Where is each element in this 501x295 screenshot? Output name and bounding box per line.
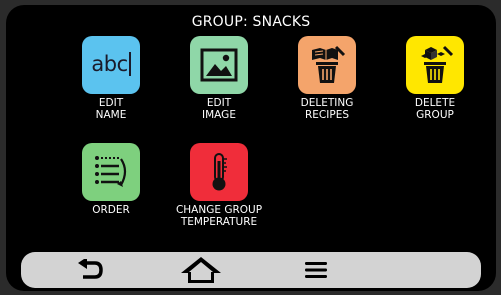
menu-icon	[305, 262, 327, 278]
order-tile[interactable]: ORDER	[57, 143, 165, 216]
back-button[interactable]	[60, 252, 120, 288]
order-label: ORDER	[92, 204, 130, 216]
text-cursor-icon: abc	[91, 52, 131, 79]
edit-name-label: EDIT NAME	[95, 97, 127, 121]
menu-button[interactable]	[286, 252, 346, 288]
thermometer-icon	[212, 153, 227, 191]
change-temperature-tile[interactable]: CHANGE GROUP TEMPERATURE	[165, 143, 273, 228]
change-temperature-button[interactable]	[190, 143, 248, 201]
bottom-nav-bar	[21, 252, 481, 288]
page-title: GROUP: SNACKS	[191, 14, 311, 30]
edit-name-tile[interactable]: abc EDIT NAME	[57, 36, 165, 121]
order-button[interactable]	[82, 143, 140, 201]
change-temperature-label: CHANGE GROUP TEMPERATURE	[175, 204, 263, 228]
deleting-recipes-label: DELETING RECIPES	[300, 97, 354, 121]
home-button[interactable]	[171, 252, 231, 288]
deleting-recipes-tile[interactable]: DELETING RECIPES	[273, 36, 381, 121]
delete-recipes-icon	[312, 45, 346, 83]
image-icon	[200, 48, 238, 82]
delete-group-button[interactable]	[406, 36, 464, 94]
edit-image-button[interactable]	[190, 36, 248, 94]
deleting-recipes-button[interactable]	[298, 36, 356, 94]
delete-group-label: DELETE GROUP	[414, 97, 456, 121]
home-icon	[181, 257, 221, 283]
delete-group-icon	[421, 45, 454, 83]
order-list-icon	[95, 156, 127, 187]
edit-name-button[interactable]: abc	[82, 36, 140, 94]
edit-image-tile[interactable]: EDIT IMAGE	[165, 36, 273, 121]
back-arrow-icon	[78, 259, 103, 279]
delete-group-tile[interactable]: DELETE GROUP	[381, 36, 489, 121]
device-screen: GROUP: SNACKS abc EDIT NAME EDIT IMAGE D…	[6, 5, 496, 291]
edit-image-label: EDIT IMAGE	[202, 97, 236, 121]
